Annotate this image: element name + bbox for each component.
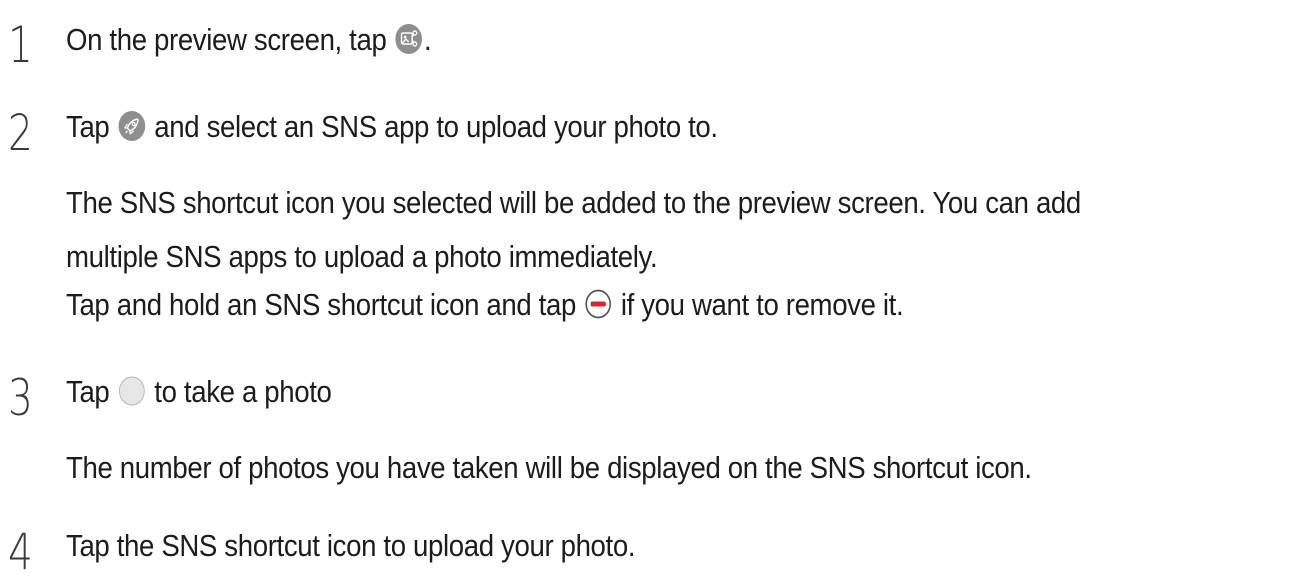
step-text-part: and select an SNS app to upload your pho… — [146, 109, 718, 144]
share-shortcut-icon — [395, 23, 423, 54]
step-text-part: Tap — [66, 109, 117, 144]
remove-minus-icon — [585, 289, 612, 319]
rocket-icon — [118, 110, 146, 141]
step-number: 2 — [8, 104, 33, 162]
step-text-part: if you want to remove it. — [613, 287, 904, 322]
step-text: Tap to take a photo — [66, 376, 332, 409]
step-text-part: . — [424, 22, 432, 57]
step-text: Tap and select an SNS app to upload your… — [66, 109, 718, 144]
step-paragraph: Tap and hold an SNS shortcut icon and ta… — [66, 287, 904, 322]
step-text-part: On the preview screen, tap — [66, 22, 394, 57]
step-paragraph: The SNS shortcut icon you selected will … — [66, 185, 1081, 220]
step-text: Tap the SNS shortcut icon to upload your… — [66, 528, 636, 563]
shutter-circle-icon — [118, 376, 146, 406]
step-text: On the preview screen, tap . — [66, 22, 432, 57]
step-text-part: Tap — [66, 374, 117, 409]
step-number: 3 — [8, 369, 33, 427]
step-text-part: Tap and hold an SNS shortcut icon and ta… — [66, 287, 584, 322]
step-paragraph: The number of photos you have taken will… — [66, 450, 1032, 485]
step-paragraph: multiple SNS apps to upload a photo imme… — [66, 239, 658, 274]
step-number: 4 — [8, 523, 33, 581]
step-text-part: to take a photo — [146, 374, 332, 409]
step-number: 1 — [8, 16, 33, 74]
